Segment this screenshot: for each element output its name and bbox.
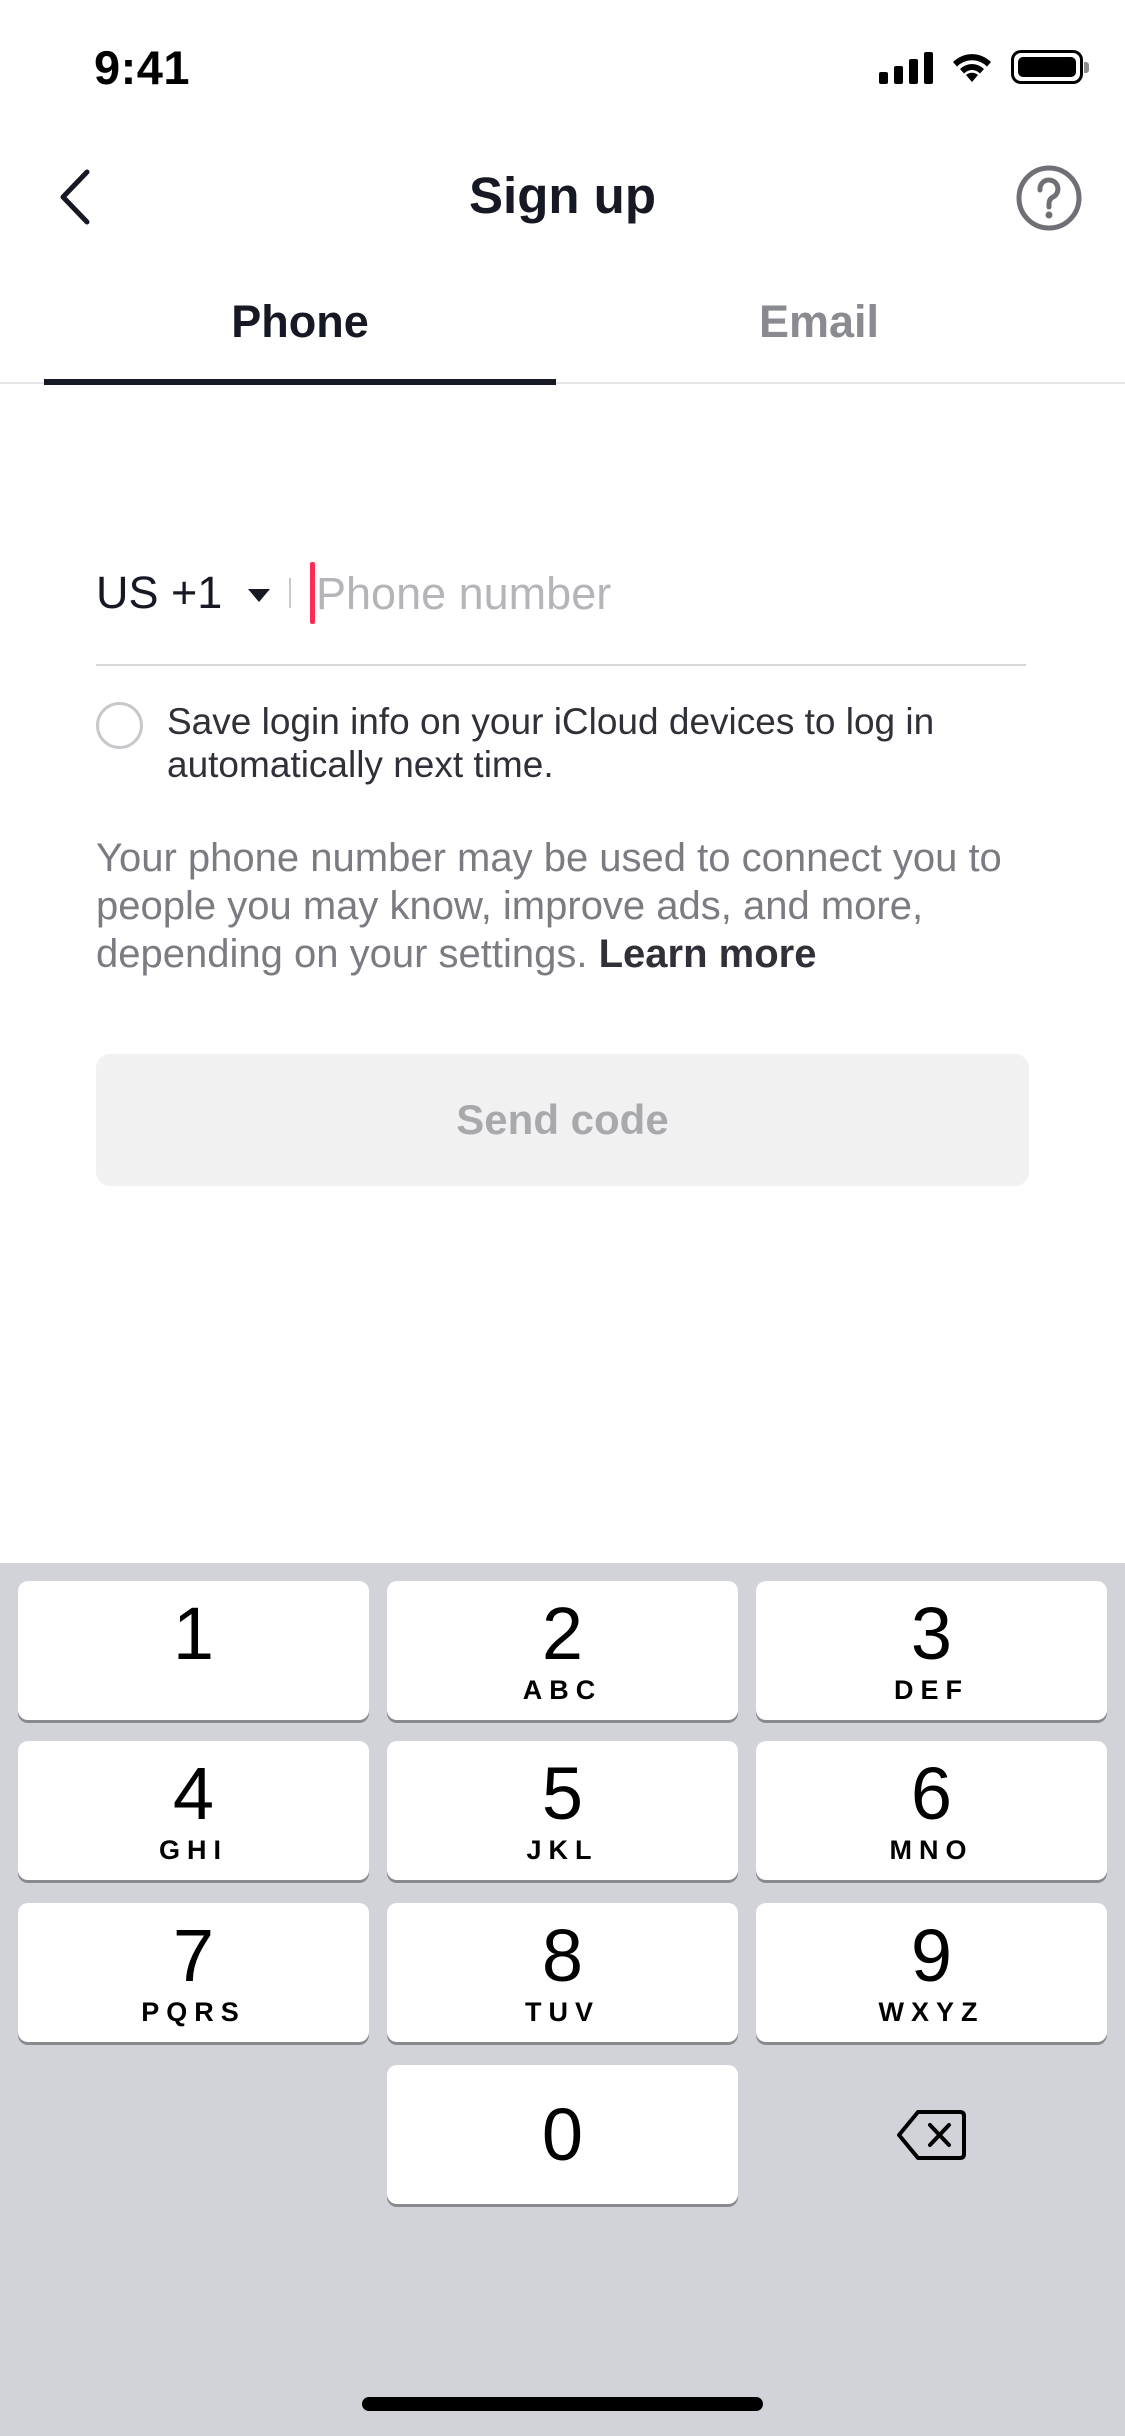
key-3[interactable]: 3 DEF <box>756 1581 1107 1720</box>
battery-icon <box>1011 50 1089 84</box>
country-code-selector[interactable]: US +1 <box>96 548 271 638</box>
send-code-button[interactable]: Send code <box>96 1054 1029 1186</box>
save-login-label: Save login info on your iCloud devices t… <box>167 701 935 785</box>
key-7[interactable]: 7 PQRS <box>18 1903 369 2042</box>
text-cursor <box>310 562 315 624</box>
input-divider <box>289 578 291 608</box>
country-code: US +1 <box>96 567 223 618</box>
cellular-signal-icon <box>879 50 933 84</box>
key-9[interactable]: 9 WXYZ <box>756 1903 1107 2042</box>
key-0[interactable]: 0 <box>387 2065 738 2204</box>
status-bar: 9:41 <box>0 0 1125 132</box>
question-circle-icon <box>1016 165 1082 231</box>
status-icons <box>879 50 1089 84</box>
numeric-keyboard: 1 2 ABC 3 DEF 4 GHI 5 JKL 6 MNO 7 PQRS 8… <box>0 1563 1125 2436</box>
nav-bar: Sign up <box>0 132 1125 262</box>
key-6[interactable]: 6 MNO <box>756 1741 1107 1880</box>
phone-usage-text: Your phone number may be used to connect… <box>96 836 1002 976</box>
status-time: 9:41 <box>94 41 191 94</box>
delete-key[interactable] <box>756 2065 1107 2204</box>
phone-input-row: US +1 <box>96 548 1026 666</box>
help-button[interactable] <box>1013 162 1085 234</box>
tab-bar: Phone Email <box>0 262 1125 385</box>
tab-phone[interactable]: Phone <box>44 262 556 382</box>
save-login-option[interactable]: Save login info on your iCloud devices t… <box>96 700 1056 786</box>
tab-email[interactable]: Email <box>563 262 1075 382</box>
wifi-icon <box>953 54 991 82</box>
delete-backspace-icon <box>896 2109 966 2160</box>
key-5[interactable]: 5 JKL <box>387 1741 738 1880</box>
key-2[interactable]: 2 ABC <box>387 1581 738 1720</box>
home-indicator <box>362 2397 763 2411</box>
caret-down-icon <box>248 588 271 602</box>
phone-number-input[interactable] <box>308 556 1008 632</box>
key-4[interactable]: 4 GHI <box>18 1741 369 1880</box>
save-login-radio[interactable] <box>96 702 143 749</box>
active-tab-indicator <box>44 379 556 385</box>
key-8[interactable]: 8 TUV <box>387 1903 738 2042</box>
phone-usage-info: Your phone number may be used to connect… <box>96 834 1036 978</box>
key-1[interactable]: 1 <box>18 1581 369 1720</box>
page-title: Sign up <box>469 167 656 224</box>
learn-more-link[interactable]: Learn more <box>599 932 817 976</box>
